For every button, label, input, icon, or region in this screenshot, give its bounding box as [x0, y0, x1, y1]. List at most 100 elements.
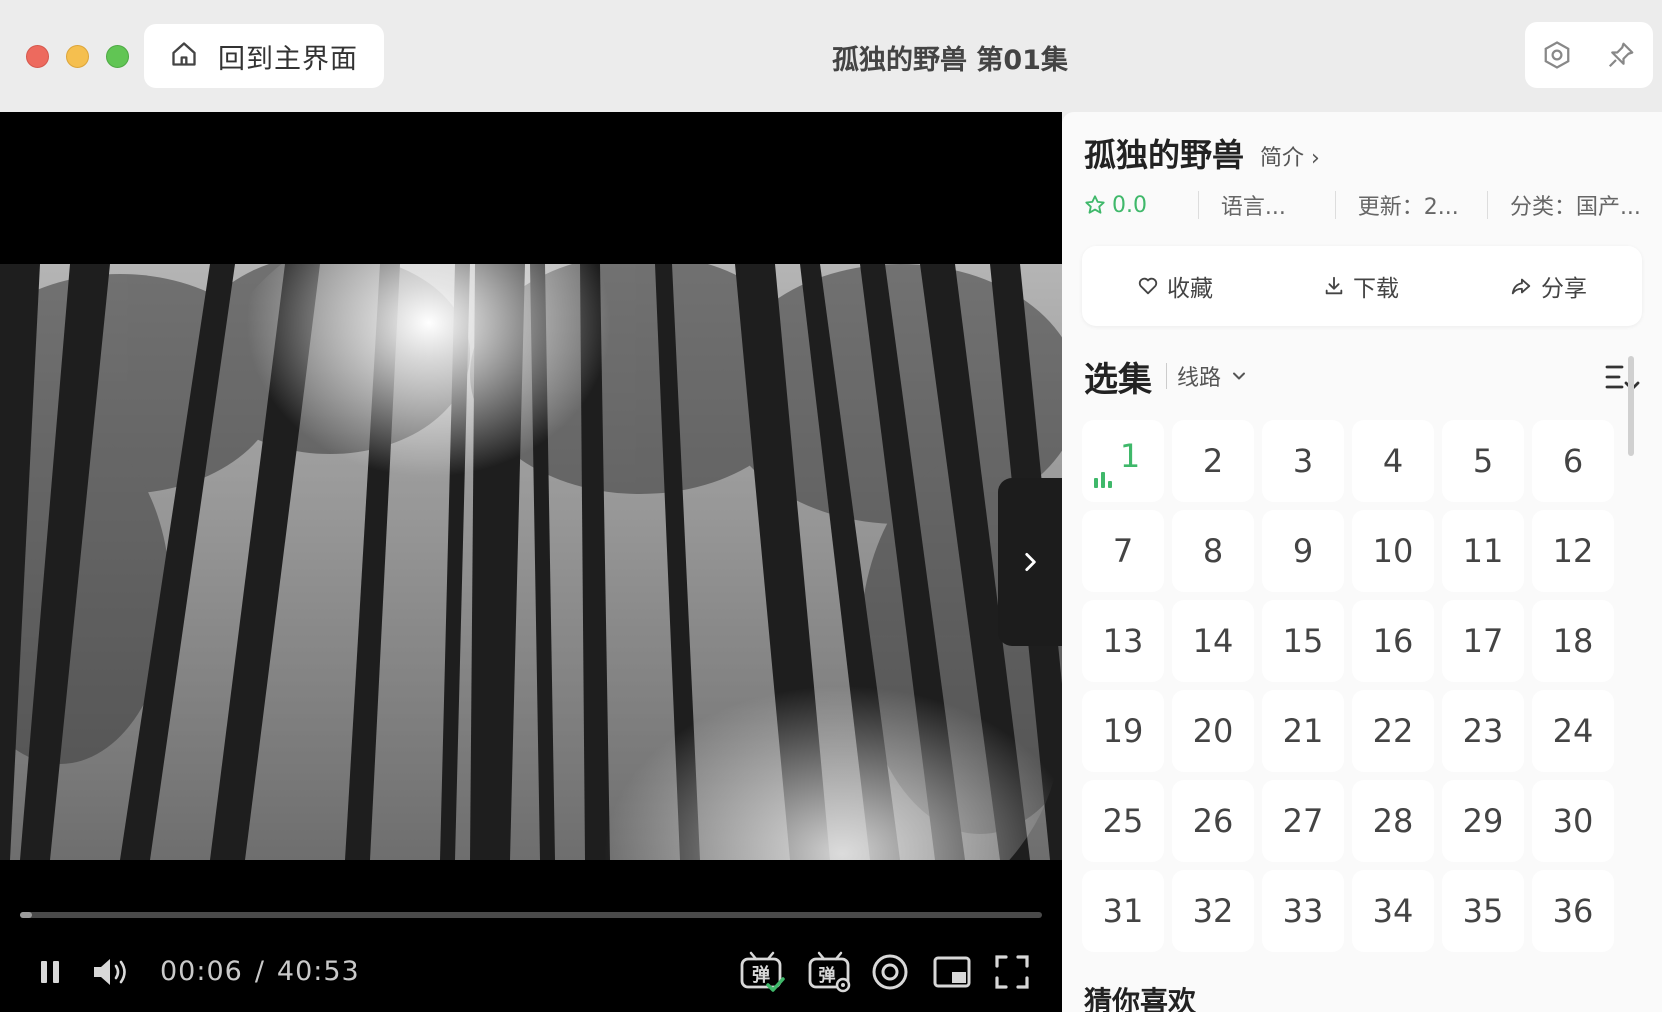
episode-button[interactable]: 3: [1262, 420, 1344, 502]
episode-button[interactable]: 22: [1352, 690, 1434, 772]
heart-icon: [1138, 277, 1158, 295]
time-separator: /: [254, 956, 265, 987]
episode-button[interactable]: 25: [1082, 780, 1164, 862]
episode-button[interactable]: 21: [1262, 690, 1344, 772]
episode-button[interactable]: 29: [1442, 780, 1524, 862]
episode-button[interactable]: 20: [1172, 690, 1254, 772]
episode-number: 14: [1192, 622, 1234, 660]
episode-button[interactable]: 14: [1172, 600, 1254, 682]
meta-divider: [1486, 191, 1488, 219]
episode-button[interactable]: 12: [1532, 510, 1614, 592]
download-icon: [1325, 276, 1343, 295]
pause-icon: [41, 961, 59, 983]
episode-number: 28: [1372, 802, 1414, 840]
rating-value: 0.0: [1112, 192, 1147, 218]
episode-button[interactable]: 1: [1082, 420, 1164, 502]
picture-in-picture-icon: [933, 956, 971, 988]
episode-number: 11: [1462, 532, 1504, 570]
episode-number: 5: [1472, 442, 1494, 480]
episode-number: 3: [1292, 442, 1314, 480]
download-button[interactable]: 下载: [1323, 269, 1399, 303]
side-panel-toggle[interactable]: [998, 478, 1062, 646]
rating: 0.0: [1084, 193, 1176, 218]
chevron-right-icon: [1025, 553, 1036, 571]
intro-link[interactable]: 简介 ›: [1260, 140, 1320, 172]
episode-grid: 1 2 3 4 5 6 7 8 9 10 11 12 13 14 15 16 17 18 19 20 21 22 23 24 2…: [1082, 420, 1642, 952]
episode-button[interactable]: 9: [1262, 510, 1344, 592]
episode-button[interactable]: 2: [1172, 420, 1254, 502]
danmaku-settings-button[interactable]: 弹: [806, 948, 854, 996]
progress-bar[interactable]: [20, 912, 1042, 918]
svg-text:弹: 弹: [752, 964, 770, 986]
category-info: 分类：国产...: [1509, 195, 1641, 220]
danmaku-toggle-button[interactable]: 弹: [738, 948, 786, 996]
meta-row: 0.0 语言... 更新：2... 分类：国产...: [1084, 188, 1644, 222]
chevron-down-icon: [1233, 372, 1246, 380]
line-selector[interactable]: 线路: [1177, 360, 1249, 392]
svg-text:弹: 弹: [819, 965, 836, 986]
episode-button[interactable]: 10: [1352, 510, 1434, 592]
episode-button[interactable]: 16: [1352, 600, 1434, 682]
episode-button[interactable]: 17: [1442, 600, 1524, 682]
share-icon: [1511, 278, 1531, 295]
settings-button[interactable]: [1542, 40, 1572, 70]
episode-number: 15: [1282, 622, 1324, 660]
episode-button[interactable]: 33: [1262, 870, 1344, 952]
episode-number: 32: [1192, 892, 1234, 930]
episode-button[interactable]: 23: [1442, 690, 1524, 772]
episode-number: 27: [1282, 802, 1324, 840]
episode-button[interactable]: 13: [1082, 600, 1164, 682]
episode-button[interactable]: 32: [1172, 870, 1254, 952]
title-bar: 回到主界面 孤独的野兽 第01集: [0, 0, 1662, 112]
panel-scrollbar[interactable]: [1628, 356, 1634, 456]
episode-button[interactable]: 15: [1262, 600, 1344, 682]
episode-button[interactable]: 36: [1532, 870, 1614, 952]
picture-in-picture-button[interactable]: [930, 950, 974, 994]
episode-button[interactable]: 30: [1532, 780, 1614, 862]
download-label: 下载: [1353, 276, 1399, 302]
episode-number: 2: [1202, 442, 1224, 480]
volume-button[interactable]: [90, 952, 130, 992]
episode-button[interactable]: 26: [1172, 780, 1254, 862]
episode-button[interactable]: 24: [1532, 690, 1614, 772]
window-title: 孤独的野兽 第01集: [832, 45, 1068, 76]
pause-button[interactable]: [32, 954, 68, 990]
episode-number: 4: [1382, 442, 1404, 480]
episode-number: 8: [1202, 532, 1224, 570]
meta-divider: [1197, 191, 1199, 219]
now-playing-icon: [1094, 472, 1112, 488]
episode-button[interactable]: 4: [1352, 420, 1434, 502]
episode-button[interactable]: 27: [1262, 780, 1344, 862]
meta-divider: [1334, 191, 1336, 219]
episode-button[interactable]: 34: [1352, 870, 1434, 952]
show-title: 孤独的野兽: [1084, 136, 1245, 174]
video-player[interactable]: 00:06 / 40:53 弹 弹: [0, 112, 1062, 1012]
episode-button[interactable]: 6: [1532, 420, 1614, 502]
episode-number: 13: [1102, 622, 1144, 660]
episode-button[interactable]: 5: [1442, 420, 1524, 502]
episode-button[interactable]: 7: [1082, 510, 1164, 592]
favorite-label: 收藏: [1167, 276, 1213, 302]
episode-button[interactable]: 35: [1442, 870, 1524, 952]
language-info: 语言...: [1220, 195, 1286, 220]
episode-button[interactable]: 28: [1352, 780, 1434, 862]
header-divider: [1166, 363, 1167, 389]
sort-episodes-button[interactable]: [1604, 360, 1640, 394]
episode-button[interactable]: 18: [1532, 600, 1614, 682]
capture-icon: [872, 954, 908, 990]
episode-button[interactable]: 19: [1082, 690, 1164, 772]
video-frame[interactable]: [0, 264, 1062, 860]
episode-button[interactable]: 11: [1442, 510, 1524, 592]
fullscreen-button[interactable]: [990, 950, 1034, 994]
favorite-button[interactable]: 收藏: [1137, 269, 1213, 303]
share-button[interactable]: 分享: [1509, 269, 1587, 303]
episode-button[interactable]: 31: [1082, 870, 1164, 952]
action-bar: 收藏 下载 分享: [1082, 246, 1642, 326]
pin-icon: [1608, 42, 1634, 68]
pin-button[interactable]: [1606, 40, 1636, 70]
episode-number: 6: [1562, 442, 1584, 480]
sort-descending-icon: [1605, 362, 1640, 391]
episode-number: 20: [1192, 712, 1234, 750]
episode-button[interactable]: 8: [1172, 510, 1254, 592]
screenshot-button[interactable]: [868, 950, 912, 994]
